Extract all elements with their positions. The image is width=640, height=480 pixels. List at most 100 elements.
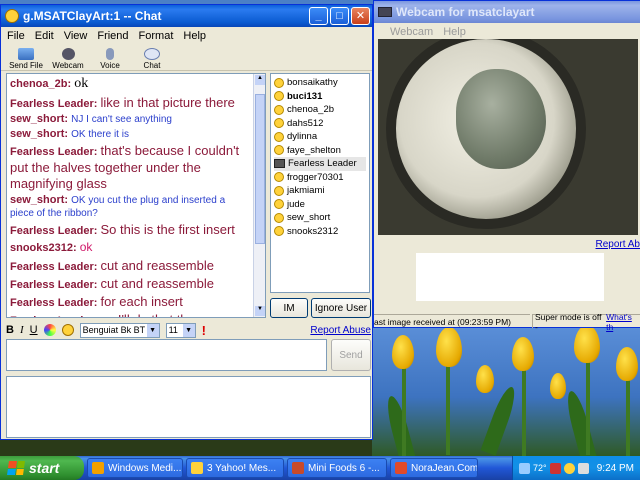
taskbar-item[interactable]: 3 Yahoo! Mes... — [186, 458, 284, 478]
chat-message: sew_short: NJ I can't see anything — [10, 113, 262, 126]
chat-transcript[interactable]: ▲ ▼ chenoa_2b: ok Fearless Leader: like i… — [6, 73, 266, 318]
format-toolbar: B I U Benguiat Bk BT ▼ 11 ▼ ! Report Abuse — [6, 321, 371, 339]
webcam-report-abuse-link[interactable]: Report Ab — [596, 239, 640, 250]
menu-webcam[interactable]: Webcam — [390, 26, 433, 38]
menu-view[interactable]: View — [64, 30, 88, 42]
user-name: sew_short — [287, 212, 331, 224]
voice-button[interactable]: Voice — [91, 48, 129, 70]
chat-bubbles-icon — [144, 48, 160, 60]
messenger-smiley-icon — [5, 9, 19, 23]
menu-friend[interactable]: Friend — [97, 30, 128, 42]
taskbar-item[interactable]: NoraJean.Com:... — [390, 458, 478, 478]
user-list-item[interactable]: Fearless Leader — [274, 157, 366, 171]
user-list-item[interactable]: dylinna — [274, 130, 366, 144]
chat-message: Fearless Leader: cut and reassemble — [10, 276, 262, 292]
whats-this-link[interactable]: What's th — [606, 312, 640, 332]
chat-ad-area — [6, 376, 371, 438]
message-sender: Fearless Leader: — [10, 297, 98, 310]
chat-title: g.MSATClayArt:1 -- Chat — [23, 9, 162, 23]
ignore-user-button[interactable]: Ignore User — [311, 298, 371, 318]
user-list-item[interactable]: bonsaikathy — [274, 76, 366, 90]
message-sender: chenoa_2b: — [10, 78, 72, 90]
scroll-down-arrow[interactable]: ▼ — [255, 306, 265, 316]
message-text: OK there it is — [71, 129, 129, 141]
underline-button[interactable]: U — [30, 324, 38, 336]
send-file-button[interactable]: Send File — [7, 48, 45, 70]
user-list-item[interactable]: frogger70301 — [274, 171, 366, 185]
taskbar-item[interactable]: Mini Foods 6 -... — [287, 458, 387, 478]
user-name: frogger70301 — [287, 171, 344, 183]
bold-button[interactable]: B — [6, 324, 14, 336]
alert-icon[interactable]: ! — [202, 323, 206, 338]
font-size-select[interactable]: 11 ▼ — [165, 322, 196, 338]
photo-app-icon — [292, 462, 304, 474]
scroll-thumb[interactable] — [255, 94, 265, 244]
im-button[interactable]: IM — [270, 298, 308, 318]
chevron-down-icon: ▼ — [146, 323, 159, 337]
menu-help[interactable]: Help — [443, 26, 466, 38]
yahoo-messenger-icon — [191, 462, 203, 474]
camera-icon — [378, 7, 392, 17]
chat-message: sew_short: OK you cut the plug and inser… — [10, 194, 262, 220]
smiley-icon — [274, 172, 284, 183]
user-name: jude — [287, 198, 305, 210]
chat-window: g.MSATClayArt:1 -- Chat _ □ ✕ File Edit … — [0, 4, 373, 440]
user-list-item[interactable]: jude — [274, 198, 366, 212]
report-abuse-link[interactable]: Report Abuse — [310, 325, 371, 336]
maximize-button[interactable]: □ — [330, 7, 349, 25]
taskbar-item[interactable]: Windows Medi... — [87, 458, 183, 478]
message-text: So this is the first insert — [100, 222, 235, 238]
user-list-item[interactable]: jakmiami — [274, 184, 366, 198]
menu-edit[interactable]: Edit — [35, 30, 54, 42]
user-list-item[interactable]: buci131 — [274, 90, 366, 104]
chat-message: snooks2312: ok — [10, 240, 262, 255]
send-button[interactable]: Send — [331, 339, 371, 371]
start-button[interactable]: start — [0, 456, 84, 480]
menu-format[interactable]: Format — [139, 30, 174, 42]
user-list-item[interactable]: snooks2312 — [274, 225, 366, 239]
chat-titlebar[interactable]: g.MSATClayArt:1 -- Chat _ □ ✕ — [1, 5, 372, 27]
transcript-scrollbar[interactable]: ▲ ▼ — [253, 74, 265, 317]
chat-message: Fearless Leader: so I'll do that then — [10, 312, 262, 317]
microphone-icon — [106, 48, 114, 60]
desktop-ground — [0, 438, 372, 456]
minimize-button[interactable]: _ — [309, 7, 328, 25]
color-palette-icon[interactable] — [43, 324, 56, 336]
message-sender: sew_short: — [10, 112, 69, 125]
user-list-item[interactable]: chenoa_2b — [274, 103, 366, 117]
chat-message: chenoa_2b: ok — [10, 76, 262, 93]
user-list: bonsaikathy buci131 chenoa_2b dahs512 dylinn… — [270, 73, 370, 293]
user-list-item[interactable]: dahs512 — [274, 117, 366, 131]
message-text: ok — [79, 240, 93, 255]
webcam-info-box — [416, 253, 604, 301]
webcam-button[interactable]: Webcam — [49, 48, 87, 70]
chat-button[interactable]: Chat — [133, 48, 171, 70]
webcam-titlebar[interactable]: Webcam for msatclayart — [374, 1, 640, 23]
chat-message: Fearless Leader: that's because I couldn… — [10, 143, 262, 192]
security-icon — [549, 462, 561, 474]
user-list-item[interactable]: sew_short — [274, 211, 366, 225]
emoticon-icon[interactable] — [61, 324, 74, 336]
italic-button[interactable]: I — [20, 324, 24, 336]
menu-help[interactable]: Help — [183, 30, 206, 42]
close-button[interactable]: ✕ — [351, 7, 370, 25]
magnifying-glass-image — [386, 39, 586, 229]
webcam-icon — [274, 159, 285, 169]
taskbar-item-label: 3 Yahoo! Mes... — [207, 462, 277, 474]
menu-file[interactable]: File — [7, 30, 25, 42]
message-text: for each insert — [100, 294, 183, 310]
message-text: NJ I can't see anything — [71, 113, 172, 125]
font-select[interactable]: Benguiat Bk BT ▼ — [79, 322, 160, 338]
super-mode-status: Super mode is off - What's th — [532, 312, 640, 332]
user-name: bonsaikathy — [287, 77, 338, 89]
user-list-item[interactable]: faye_shelton — [274, 144, 366, 158]
taskbar-item-label: Mini Foods 6 -... — [308, 462, 380, 474]
windows-logo-icon — [7, 461, 25, 475]
scroll-up-arrow[interactable]: ▲ — [255, 75, 265, 85]
volume-icon — [577, 462, 589, 474]
user-name: chenoa_2b — [287, 104, 335, 116]
chat-message: Fearless Leader: cut and reassemble — [10, 258, 262, 274]
message-sender: Fearless Leader: — [10, 260, 98, 273]
message-input[interactable] — [6, 339, 327, 371]
weather-temp[interactable]: 72° — [533, 463, 547, 473]
